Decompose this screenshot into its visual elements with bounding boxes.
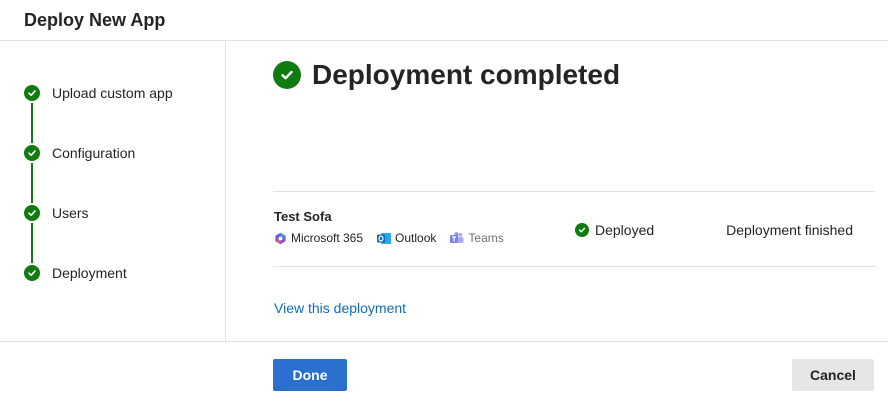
dialog-footer: Done Cancel [0, 341, 888, 402]
host-microsoft-365: Microsoft 365 [274, 231, 363, 245]
check-circle-icon [24, 145, 40, 161]
check-circle-icon [24, 85, 40, 101]
step-connector [31, 103, 33, 143]
deployment-status: Deployed [575, 222, 654, 238]
completion-heading: Deployment completed [273, 59, 620, 91]
step-connector [31, 223, 33, 263]
host-list: Microsoft 365 Outlook Teams [274, 231, 518, 245]
page-title: Deployment completed [312, 59, 621, 90]
wizard-steps: Upload custom app Configuration Users De… [0, 41, 226, 341]
step-label: Upload custom app [52, 85, 173, 101]
check-circle-icon [24, 205, 40, 221]
status-detail: Deployment finished [726, 222, 853, 238]
step-upload-custom-app[interactable]: Upload custom app [24, 84, 173, 102]
check-circle-icon [575, 223, 589, 237]
dialog-header: Deploy New App [0, 0, 888, 41]
step-connector [31, 163, 33, 203]
teams-icon [450, 231, 464, 243]
check-circle-icon [24, 265, 40, 281]
host-label: Microsoft 365 [291, 231, 364, 245]
view-deployment-link[interactable]: View this deployment [274, 300, 406, 316]
host-outlook: Outlook [377, 231, 436, 245]
microsoft-365-icon [275, 232, 286, 244]
host-teams: Teams [450, 231, 504, 245]
cancel-button[interactable]: Cancel [792, 359, 874, 391]
check-circle-icon [273, 61, 301, 89]
step-label: Deployment [52, 265, 127, 281]
done-button[interactable]: Done [273, 359, 347, 391]
step-configuration[interactable]: Configuration [24, 144, 135, 162]
host-label: Outlook [395, 231, 437, 245]
status-label: Deployed [595, 222, 655, 238]
dialog-title: Deploy New App [24, 10, 166, 30]
step-users[interactable]: Users [24, 204, 89, 222]
step-label: Users [52, 205, 89, 221]
step-deployment[interactable]: Deployment [24, 264, 127, 282]
outlook-icon [377, 232, 392, 244]
main-content: Deployment completed Test Sofa Microsoft… [227, 41, 888, 341]
step-label: Configuration [52, 145, 136, 161]
host-label: Teams [468, 231, 504, 245]
deployment-row: Test Sofa Microsoft 365 Outlook Teams De… [273, 191, 875, 267]
app-name: Test Sofa [274, 209, 332, 224]
